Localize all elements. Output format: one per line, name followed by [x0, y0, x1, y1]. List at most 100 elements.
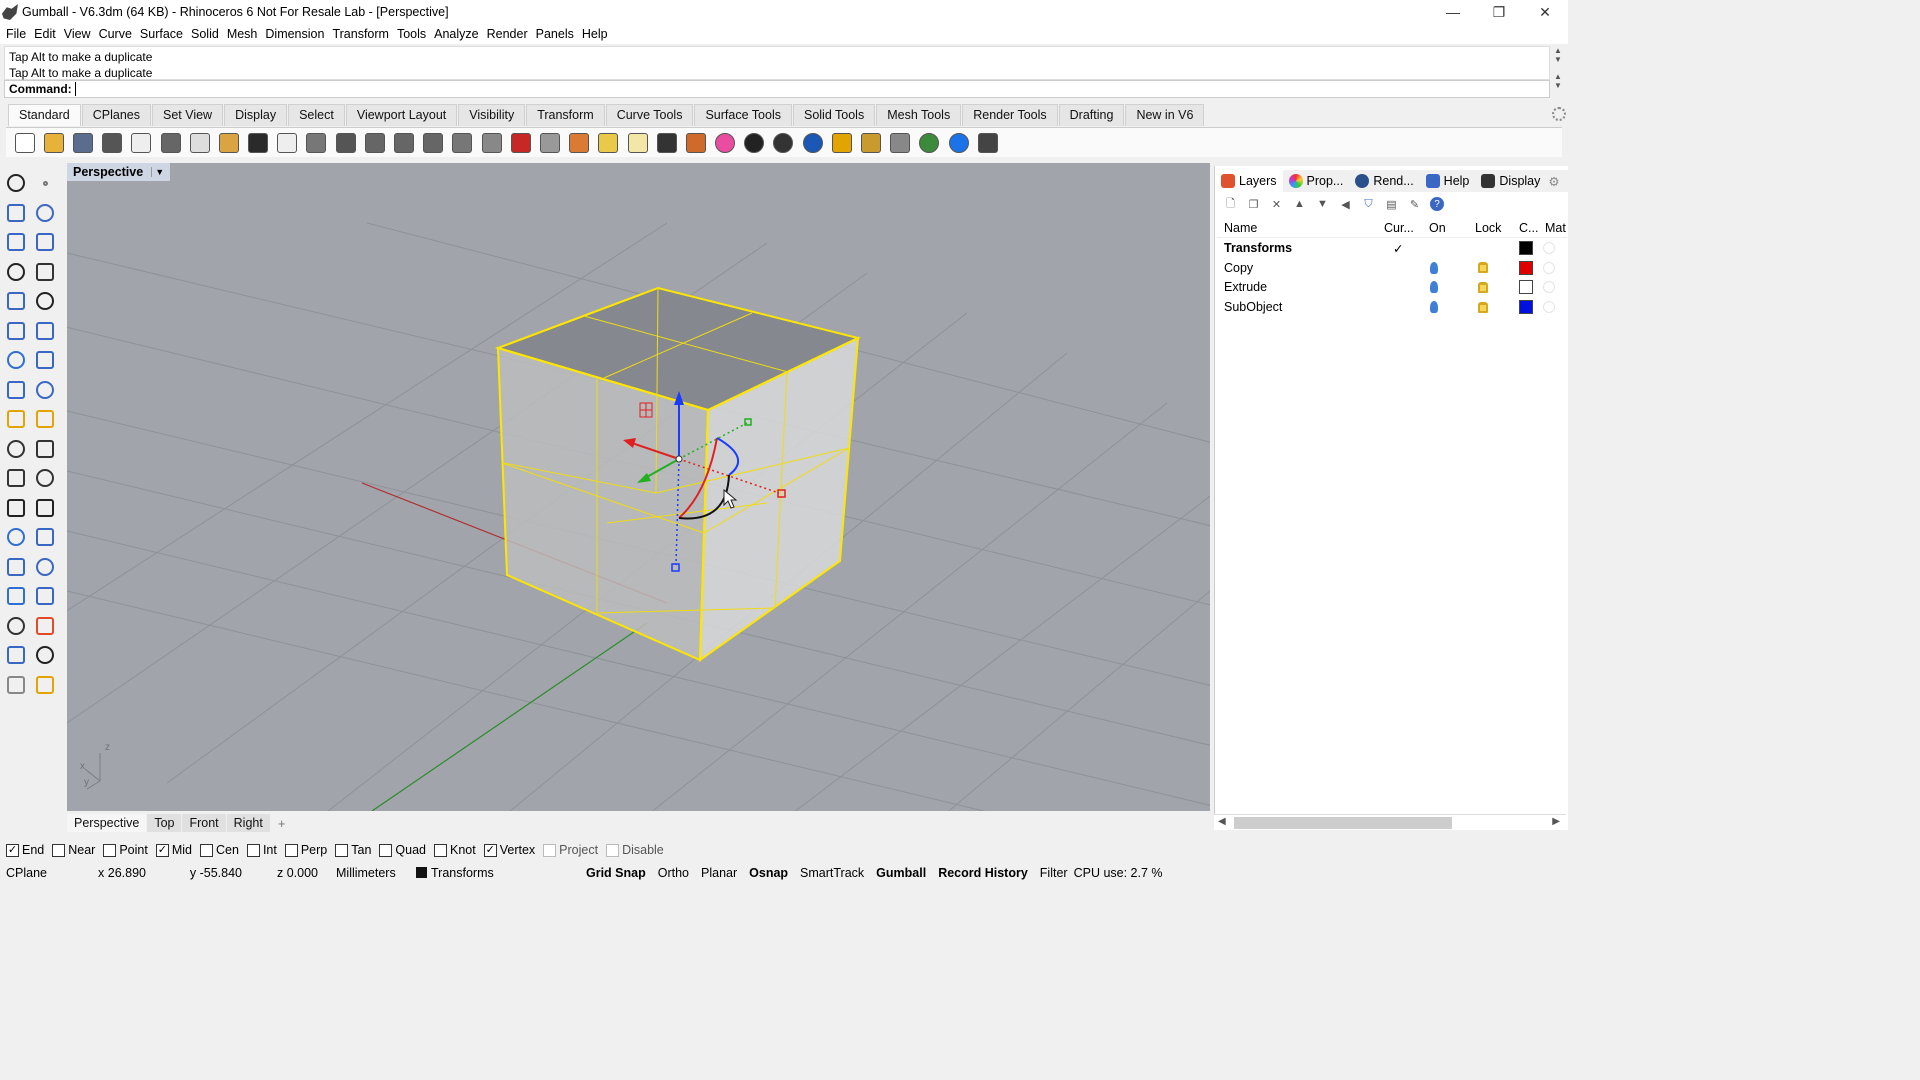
- dimension-left-tool[interactable]: [32, 583, 58, 609]
- menu-edit[interactable]: Edit: [30, 27, 60, 41]
- chevron-up-icon[interactable]: ▲: [1554, 46, 1562, 55]
- column-name[interactable]: Name: [1224, 221, 1257, 235]
- toolbar-tab-display[interactable]: Display: [224, 104, 288, 126]
- status-gumball[interactable]: Gumball: [870, 866, 932, 880]
- menu-solid[interactable]: Solid: [187, 27, 223, 41]
- layer-material-icon[interactable]: [1543, 301, 1555, 314]
- add-viewport-tab-icon[interactable]: +: [271, 814, 293, 833]
- osnap-tan[interactable]: Tan: [335, 843, 371, 857]
- curve-on-surface-tool[interactable]: [3, 495, 29, 521]
- new-button[interactable]: [10, 130, 39, 156]
- chevron-up-icon[interactable]: ▲: [1554, 72, 1562, 81]
- layer-material-icon[interactable]: [1543, 281, 1555, 294]
- osnap-checkbox[interactable]: [284, 843, 298, 857]
- surface-from-points-tool[interactable]: [3, 318, 29, 344]
- osnap-checkbox[interactable]: [103, 843, 117, 857]
- osnap-disable[interactable]: Disable: [606, 843, 664, 857]
- zoom-extents-button[interactable]: [389, 130, 418, 156]
- layer-name[interactable]: Extrude: [1224, 280, 1267, 294]
- new-sublayer-icon[interactable]: ❐: [1242, 195, 1265, 213]
- layer-row[interactable]: SubObject: [1217, 297, 1567, 317]
- zoom-in-button[interactable]: [331, 130, 360, 156]
- viewport-tab-perspective[interactable]: Perspective: [67, 814, 147, 832]
- osnap-checkbox[interactable]: ✓: [155, 843, 169, 857]
- menu-dimension[interactable]: Dimension: [261, 27, 328, 41]
- gear-options-button[interactable]: [856, 130, 885, 156]
- sphere-blue-button[interactable]: [798, 130, 827, 156]
- layer-row[interactable]: Copy: [1217, 258, 1567, 278]
- osnap-perp[interactable]: Perp: [284, 843, 327, 857]
- unlocked-padlock-icon[interactable]: [1478, 301, 1488, 313]
- column-on[interactable]: On: [1429, 221, 1446, 235]
- export-button[interactable]: [127, 130, 156, 156]
- move-up-icon[interactable]: ▲: [1288, 195, 1311, 213]
- brush-button[interactable]: [827, 130, 856, 156]
- car-button[interactable]: [506, 130, 535, 156]
- four-views-button[interactable]: [477, 130, 506, 156]
- save-button[interactable]: [68, 130, 97, 156]
- layer-color-swatch[interactable]: [1519, 300, 1533, 315]
- delete-icon[interactable]: ✕: [1265, 195, 1288, 213]
- cylinder-tool[interactable]: [3, 377, 29, 403]
- panel-tab-rendering[interactable]: Rend...: [1349, 170, 1419, 192]
- unlocked-padlock-icon[interactable]: [1478, 262, 1488, 274]
- unlocked-padlock-icon[interactable]: [1478, 281, 1488, 293]
- menu-curve[interactable]: Curve: [95, 27, 136, 41]
- status-planar[interactable]: Planar: [695, 866, 743, 880]
- chevron-right-icon[interactable]: ▶: [1552, 816, 1560, 827]
- chevron-left-icon[interactable]: ◀: [1218, 816, 1226, 827]
- layer-color-swatch[interactable]: [1519, 260, 1533, 275]
- gumball-origin[interactable]: [675, 455, 683, 463]
- gear-icon[interactable]: [1552, 107, 1566, 121]
- select-arrow-tool[interactable]: [3, 170, 29, 196]
- status-osnap[interactable]: Osnap: [743, 866, 794, 880]
- globe-button[interactable]: [915, 130, 944, 156]
- move-down-icon[interactable]: ▼: [1311, 195, 1334, 213]
- menu-surface[interactable]: Surface: [136, 27, 187, 41]
- layers-horizontal-scrollbar[interactable]: ◀ ▶: [1214, 814, 1566, 830]
- viewport-title[interactable]: Perspective ▼: [67, 163, 171, 181]
- drape-tool[interactable]: [3, 583, 29, 609]
- offset-tool[interactable]: [32, 495, 58, 521]
- dimension-button[interactable]: [886, 130, 915, 156]
- command-history-scrollbar[interactable]: ▲ ▼ ▲ ▼: [1550, 46, 1566, 98]
- trim-tool[interactable]: [32, 436, 58, 462]
- layer-states-icon[interactable]: ▤: [1380, 195, 1403, 213]
- layer-row[interactable]: Transforms ✓: [1217, 238, 1567, 258]
- move-to-parent-icon[interactable]: ◀: [1334, 195, 1357, 213]
- osnap-checkbox[interactable]: [52, 843, 66, 857]
- viewport-tab-right[interactable]: Right: [226, 814, 270, 832]
- viewport-tab-front[interactable]: Front: [182, 814, 226, 832]
- layer-name[interactable]: Copy: [1224, 261, 1253, 275]
- curve-tool[interactable]: [32, 200, 58, 226]
- menu-mesh[interactable]: Mesh: [223, 27, 262, 41]
- filter-icon[interactable]: ⛉: [1357, 195, 1380, 213]
- status-filter[interactable]: Filter: [1034, 866, 1074, 880]
- status-units[interactable]: Millimeters: [330, 866, 410, 880]
- menu-panels[interactable]: Panels: [532, 27, 578, 41]
- osnap-int[interactable]: Int: [246, 843, 277, 857]
- tool-button[interactable]: [973, 130, 1002, 156]
- sphere-rendered-button[interactable]: [769, 130, 798, 156]
- clip-tool[interactable]: [3, 642, 29, 668]
- osnap-checkbox[interactable]: [543, 843, 557, 857]
- menu-transform[interactable]: Transform: [328, 27, 393, 41]
- column-material[interactable]: Mat: [1545, 221, 1566, 235]
- osnap-checkbox[interactable]: [434, 843, 447, 857]
- menu-tools[interactable]: Tools: [393, 27, 430, 41]
- osnap-checkbox[interactable]: ✓: [483, 843, 497, 857]
- osnap-mid[interactable]: ✓ Mid: [155, 843, 192, 857]
- plane-button[interactable]: [535, 130, 564, 156]
- status-ortho[interactable]: Ortho: [652, 866, 695, 880]
- material-tool[interactable]: [3, 672, 29, 698]
- light-bulb-icon[interactable]: [1430, 301, 1438, 314]
- color-wheel-button[interactable]: [711, 130, 740, 156]
- minimize-button[interactable]: —: [1430, 0, 1476, 24]
- close-button[interactable]: ✕: [1522, 0, 1568, 24]
- toolbar-tab-surface-tools[interactable]: Surface Tools: [694, 104, 792, 126]
- current-layer-check[interactable]: ✓: [1393, 241, 1403, 256]
- menu-render[interactable]: Render: [483, 27, 532, 41]
- group-tool[interactable]: [3, 465, 29, 491]
- status-grid-snap[interactable]: Grid Snap: [580, 866, 652, 880]
- layer-row[interactable]: Extrude: [1217, 277, 1567, 297]
